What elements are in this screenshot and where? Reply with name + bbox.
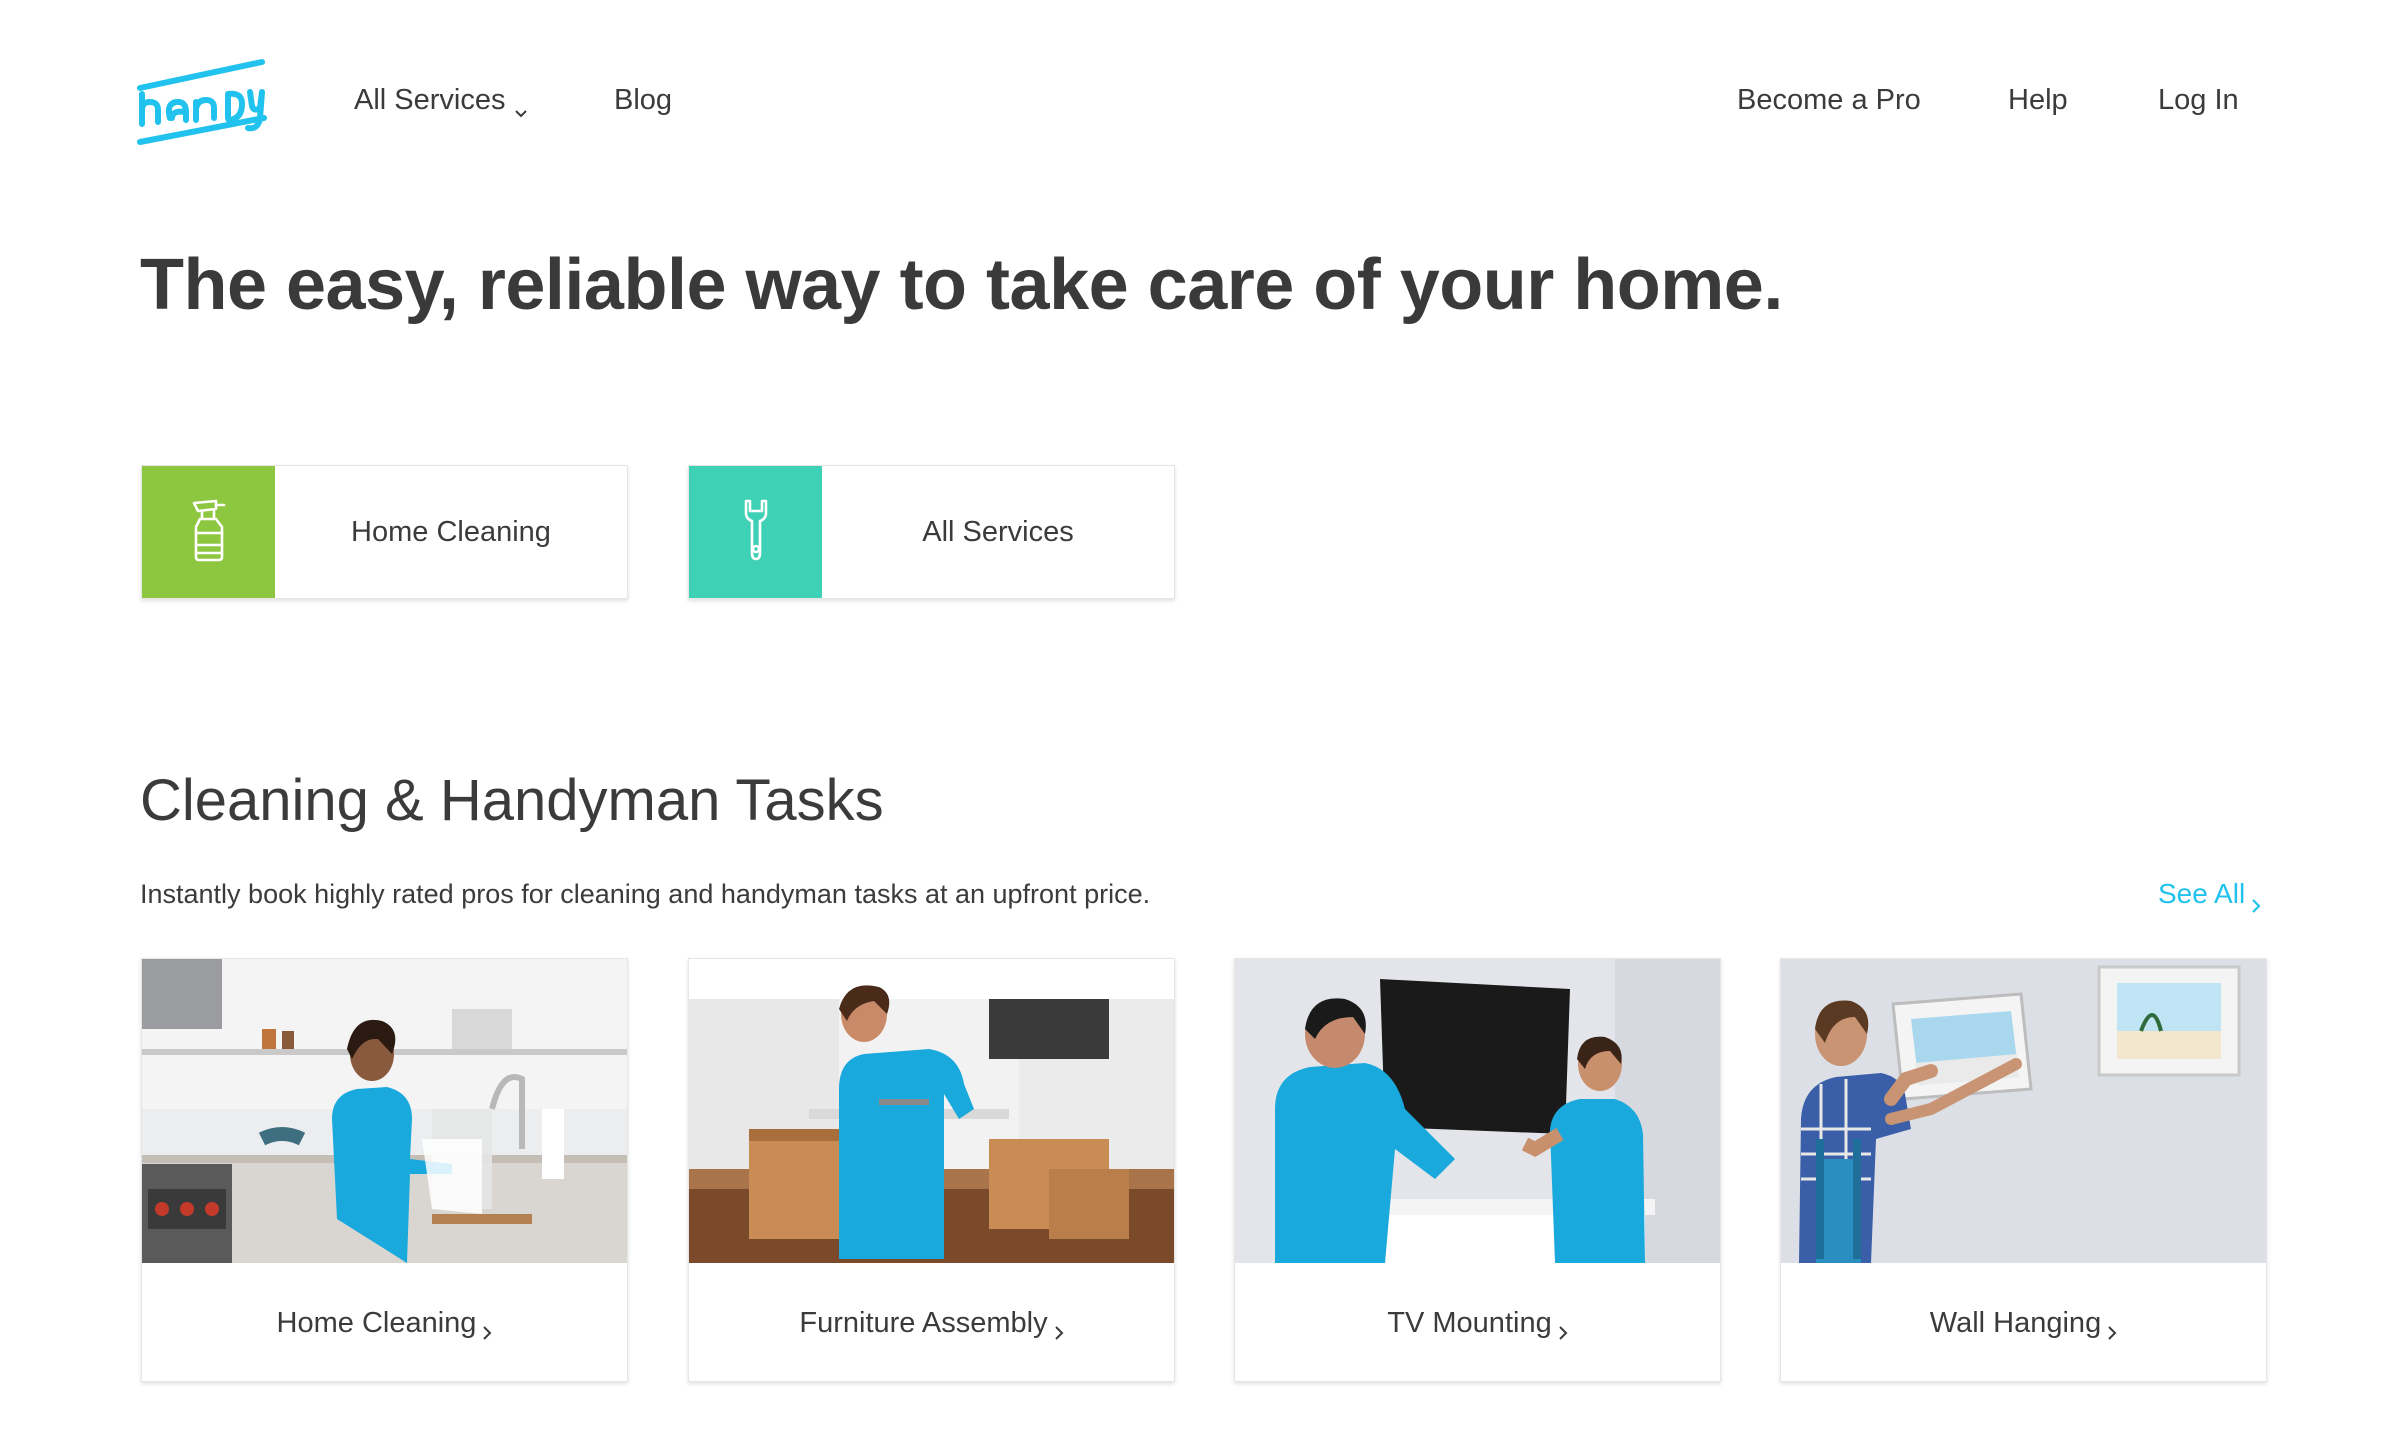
task-card-home-cleaning-label: Home Cleaning: [276, 1306, 477, 1339]
task-card-label: TV Mounting: [1235, 1263, 1720, 1381]
nav-log-in[interactable]: Log In: [2158, 78, 2239, 122]
wrench-icon: [736, 497, 776, 568]
spray-bottle-icon: [186, 497, 232, 568]
chevron-down-icon: [514, 90, 528, 118]
task-card-label: Home Cleaning: [142, 1263, 627, 1381]
hero-title: The easy, reliable way to take care of y…: [140, 245, 1783, 325]
chevron-right-icon: [2251, 887, 2261, 913]
nav-become-a-pro[interactable]: Become a Pro: [1737, 78, 1921, 122]
task-card-label: Furniture Assembly: [689, 1263, 1174, 1381]
task-card-tv-mounting-label: TV Mounting: [1387, 1306, 1552, 1339]
task-card-wall-hanging-label: Wall Hanging: [1929, 1306, 2102, 1339]
section-title: Cleaning & Handyman Tasks: [140, 768, 884, 833]
all-services-button[interactable]: All Services: [688, 465, 1175, 599]
all-services-icon-box: [689, 466, 822, 598]
chevron-right-icon: [482, 1316, 492, 1340]
home-cleaning-icon-box: [142, 466, 275, 598]
site-header: All Services Blog Become a Pro Help Log …: [0, 0, 2400, 200]
chevron-right-icon: [1054, 1316, 1064, 1340]
nav-all-services[interactable]: All Services: [354, 78, 528, 122]
tv-mounting-photo: [1235, 959, 1720, 1263]
nav-all-services-label: All Services: [354, 84, 506, 116]
section-subtitle: Instantly book highly rated pros for cle…: [140, 879, 1151, 909]
home-cleaning-service-button[interactable]: Home Cleaning: [141, 465, 628, 599]
task-card-furniture-assembly-label: Furniture Assembly: [799, 1306, 1048, 1339]
furniture-assembly-photo: [689, 959, 1174, 1263]
home-cleaning-photo: [142, 959, 627, 1263]
nav-blog[interactable]: Blog: [614, 78, 672, 122]
see-all-link[interactable]: See All: [2158, 876, 2261, 913]
see-all-label: See All: [2158, 878, 2246, 909]
handy-logo[interactable]: [136, 58, 272, 152]
chevron-right-icon: [2107, 1316, 2117, 1340]
task-card-wall-hanging[interactable]: Wall Hanging: [1780, 958, 2267, 1382]
task-card-furniture-assembly[interactable]: Furniture Assembly: [688, 958, 1175, 1382]
nav-help[interactable]: Help: [2008, 78, 2068, 122]
task-card-label: Wall Hanging: [1781, 1263, 2266, 1381]
chevron-right-icon: [1558, 1316, 1568, 1340]
task-card-tv-mounting[interactable]: TV Mounting: [1234, 958, 1721, 1382]
home-cleaning-service-label: Home Cleaning: [351, 515, 551, 548]
all-services-label: All Services: [922, 515, 1074, 548]
wall-hanging-photo: [1781, 959, 2266, 1263]
task-card-home-cleaning[interactable]: Home Cleaning: [141, 958, 628, 1382]
